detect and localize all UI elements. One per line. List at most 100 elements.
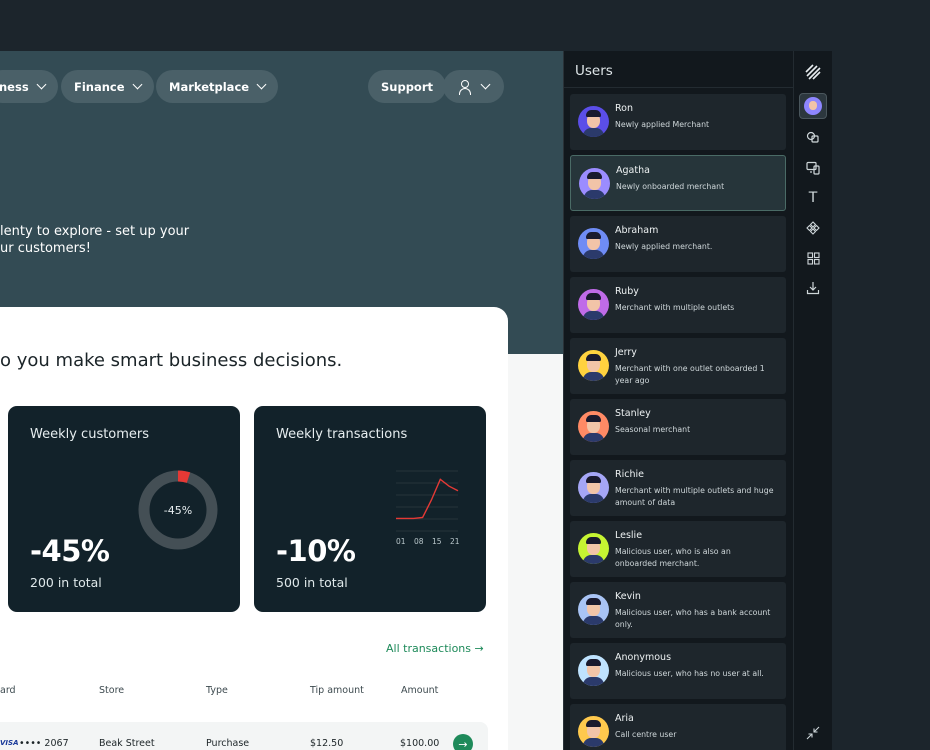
all-transactions-link[interactable]: All transactions →: [386, 642, 484, 655]
row-tip: $12.50: [310, 738, 344, 749]
user-name: Leslie: [615, 530, 643, 541]
account-menu-button[interactable]: [443, 70, 504, 103]
col-header-amount: Amount: [401, 685, 439, 696]
user-description: Merchant with multiple outlets and huge …: [615, 486, 774, 507]
weekly-transactions-subtitle: 500 in total: [276, 575, 348, 590]
user-description: Seasonal merchant: [615, 425, 691, 434]
support-button[interactable]: Support: [368, 70, 447, 103]
user-description: Malicious user, who has no user at all.: [615, 669, 764, 678]
user-card-agatha[interactable]: Agatha Newly onboarded merchant: [570, 155, 786, 211]
component-icon[interactable]: [799, 215, 827, 241]
components-icon[interactable]: [799, 124, 827, 150]
divider: [564, 87, 793, 88]
weekly-customers-title: Weekly customers: [30, 427, 150, 442]
user-description: Call centre user: [615, 730, 677, 739]
user-description: Newly onboarded merchant: [616, 182, 725, 191]
support-label: Support: [381, 79, 434, 94]
col-header-type: Type: [206, 685, 228, 696]
hero-line-1: lenty to explore - set up your: [0, 224, 190, 239]
avatar: [578, 106, 609, 137]
avatar: [578, 716, 609, 747]
series-line: [396, 478, 459, 520]
row-card-number: •••• 2067: [19, 738, 69, 749]
user-card-kevin[interactable]: Kevin Malicious user, who has a bank acco…: [570, 582, 786, 638]
avatar: [578, 655, 609, 686]
col-header-store: Store: [99, 685, 125, 696]
app-canvas: ness Finance Marketplace Support lenty t…: [0, 51, 563, 750]
user-description: Merchant with one outlet onboarded 1 yea…: [615, 364, 765, 385]
user-name: Anonymous: [615, 652, 672, 663]
donut-segment: [177, 470, 191, 483]
devices-icon[interactable]: [799, 155, 827, 181]
user-card-jerry[interactable]: Jerry Merchant with one outlet onboarded …: [570, 338, 786, 394]
row-store: Beak Street: [99, 738, 155, 749]
visa-logo: VISA: [0, 739, 19, 747]
x-tick-label: 08: [414, 537, 424, 546]
avatar: [578, 411, 609, 442]
user-description: Malicious user, who has a bank account o…: [615, 608, 771, 629]
nav-finance[interactable]: Finance: [61, 70, 154, 103]
nav-marketplace-label: Marketplace: [169, 79, 250, 94]
weekly-transactions-title: Weekly transactions: [276, 427, 408, 442]
weekly-customers-donut: -45%: [138, 470, 218, 550]
logo-icon[interactable]: [799, 59, 827, 85]
user-name: Richie: [615, 469, 644, 480]
chart-gridlines: [396, 470, 458, 532]
user-card-aria[interactable]: Aria Call centre user: [570, 704, 786, 750]
chevron-down-icon: [480, 79, 491, 90]
nav-business-label: ness: [0, 79, 29, 94]
avatar: [578, 350, 609, 381]
weekly-customers-value: -45%: [30, 534, 110, 568]
avatar: [578, 289, 609, 320]
avatar: [578, 594, 609, 625]
user-card-ron[interactable]: Ron Newly applied Merchant: [570, 94, 786, 150]
user-card-anonymous[interactable]: Anonymous Malicious user, who has no user…: [570, 643, 786, 699]
user-card-leslie[interactable]: Leslie Malicious user, who is also an onb…: [570, 521, 786, 577]
user-icon: [458, 79, 471, 95]
donut-center-label: -45%: [164, 504, 192, 517]
x-tick-label: 21: [450, 537, 460, 546]
weekly-transactions-card: Weekly transactions 01 08 15 21 -10% 500 in…: [254, 406, 486, 612]
avatar: [578, 533, 609, 564]
users-panel: Users Ron Newly applied Merchant Agatha New…: [563, 51, 793, 750]
user-card-ruby[interactable]: Ruby Merchant with multiple outlets: [570, 277, 786, 333]
user-avatar-icon[interactable]: [799, 93, 827, 119]
chevron-down-icon: [132, 79, 143, 90]
nav-finance-label: Finance: [74, 79, 125, 94]
user-name: Ron: [615, 103, 634, 114]
user-card-abraham[interactable]: Abraham Newly applied merchant.: [570, 216, 786, 272]
nav-marketplace[interactable]: Marketplace: [156, 70, 279, 103]
grid-icon[interactable]: [799, 245, 827, 271]
x-tick-labels: 01 08 15 21: [396, 537, 460, 546]
tool-rail: T: [793, 51, 832, 750]
user-description: Malicious user, who is also an onboarded…: [615, 547, 731, 568]
hero-line-2: ur customers!: [0, 240, 91, 256]
hero-text: lenty to explore - set up your ur custom…: [0, 224, 189, 257]
weekly-customers-subtitle: 200 in total: [30, 575, 102, 590]
user-card-richie[interactable]: Richie Merchant with multiple outlets and…: [570, 460, 786, 516]
download-icon[interactable]: [799, 275, 827, 301]
user-description: Newly applied merchant.: [615, 242, 713, 251]
user-card-stanley[interactable]: Stanley Seasonal merchant: [570, 399, 786, 455]
user-name: Abraham: [615, 225, 659, 236]
weekly-customers-card: Weekly customers -45% -45% 200 in total: [8, 406, 240, 612]
user-name: Agatha: [616, 165, 650, 176]
x-tick-label: 15: [432, 537, 442, 546]
collapse-icon[interactable]: [799, 720, 827, 746]
text-icon[interactable]: T: [799, 185, 827, 211]
user-name: Aria: [615, 713, 634, 724]
user-description: Newly applied Merchant: [615, 120, 710, 129]
col-header-tip: Tip amount: [310, 685, 364, 696]
chevron-down-icon: [36, 79, 47, 90]
row-amount: $100.00: [400, 738, 440, 749]
user-name: Kevin: [615, 591, 641, 602]
row-open-button[interactable]: →: [453, 734, 473, 750]
user-description: Merchant with multiple outlets: [615, 303, 735, 312]
weekly-transactions-chart: 01 08 15 21: [396, 470, 460, 546]
chevron-down-icon: [256, 79, 267, 90]
user-name: Jerry: [615, 347, 637, 358]
users-panel-title: Users: [575, 63, 613, 79]
nav-business[interactable]: ness: [0, 70, 58, 103]
avatar: [578, 472, 609, 503]
user-name: Ruby: [615, 286, 639, 297]
